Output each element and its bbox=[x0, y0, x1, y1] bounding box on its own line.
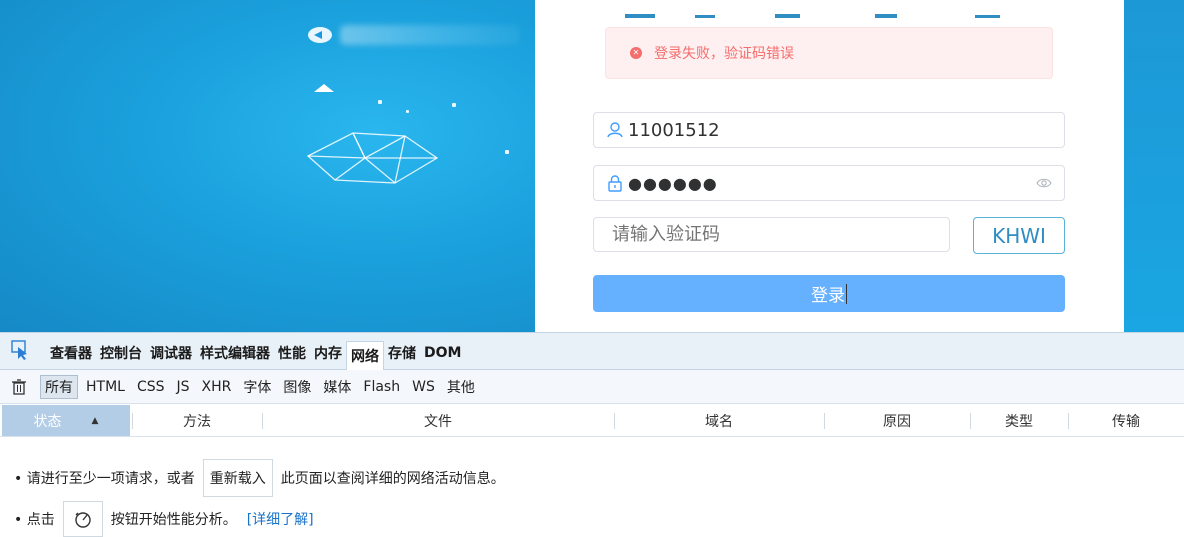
filter-css[interactable]: CSS bbox=[133, 378, 169, 396]
decor-dot bbox=[378, 100, 382, 104]
column-domain[interactable]: 域名 bbox=[614, 405, 824, 436]
filter-images[interactable]: 图像 bbox=[279, 376, 315, 398]
login-button-label: 登录 bbox=[811, 286, 845, 306]
crystal-decor-icon bbox=[306, 132, 439, 184]
column-transferred[interactable]: 传输 bbox=[1068, 405, 1184, 436]
triangle-decor-icon bbox=[314, 84, 334, 92]
element-picker-icon[interactable] bbox=[10, 339, 32, 361]
filter-flash[interactable]: Flash bbox=[359, 378, 404, 396]
decor-dot bbox=[505, 150, 509, 154]
network-filter-bar: 所有 HTML CSS JS XHR 字体 图像 媒体 Flash WS 其他 bbox=[0, 370, 1184, 404]
tab-style-editor[interactable]: 样式编辑器 bbox=[196, 339, 274, 367]
performance-hint: • 点击 按钮开始性能分析。 [详细了解] bbox=[14, 501, 314, 537]
reload-hint-suffix: 此页面以查阅详细的网络活动信息。 bbox=[280, 471, 505, 487]
error-circle-icon: ✕ bbox=[630, 47, 642, 59]
column-cause[interactable]: 原因 bbox=[824, 405, 970, 436]
show-password-eye-icon[interactable] bbox=[1036, 177, 1052, 189]
logo-icon bbox=[308, 27, 332, 43]
learn-more-link[interactable]: [详细了解] bbox=[247, 509, 314, 529]
tab-debugger[interactable]: 调试器 bbox=[146, 339, 196, 367]
clear-trash-icon[interactable] bbox=[10, 378, 28, 396]
reload-hint-prefix: • 请进行至少一项请求，或者 bbox=[14, 471, 195, 487]
tab-dom[interactable]: DOM bbox=[420, 339, 465, 367]
username-value: 11001512 bbox=[628, 119, 720, 141]
performance-analysis-button[interactable] bbox=[62, 501, 103, 537]
filter-html[interactable]: HTML bbox=[82, 378, 129, 396]
panel-title-fragment bbox=[625, 14, 1000, 18]
decor-dot bbox=[452, 103, 456, 107]
alert-message: 登录失败，验证码错误 bbox=[654, 46, 794, 62]
tab-performance[interactable]: 性能 bbox=[274, 339, 310, 367]
captcha-image-button[interactable]: KHWI bbox=[973, 217, 1065, 254]
filter-media[interactable]: 媒体 bbox=[319, 376, 355, 398]
password-value: ●●●●●● bbox=[628, 173, 718, 193]
filter-other[interactable]: 其他 bbox=[443, 376, 479, 398]
filter-all[interactable]: 所有 bbox=[40, 374, 78, 399]
filter-xhr[interactable]: XHR bbox=[198, 378, 236, 396]
tab-memory[interactable]: 内存 bbox=[310, 339, 346, 367]
column-status-label: 状态 bbox=[33, 413, 62, 430]
tab-storage[interactable]: 存储 bbox=[384, 339, 420, 367]
background-right-strip bbox=[1124, 0, 1184, 332]
column-status[interactable]: 状态 ▲ bbox=[2, 405, 130, 436]
login-panel: ✕ 登录失败，验证码错误 11001512 ●●●●●● KHWI bbox=[535, 0, 1124, 332]
password-field[interactable]: ●●●●●● bbox=[593, 165, 1065, 201]
column-file[interactable]: 文件 bbox=[262, 405, 614, 436]
web-page-viewport: ✕ 登录失败，验证码错误 11001512 ●●●●●● KHWI bbox=[0, 0, 1184, 332]
filter-js[interactable]: JS bbox=[173, 378, 194, 396]
reload-button[interactable]: 重新载入 bbox=[202, 459, 273, 497]
error-alert: ✕ 登录失败，验证码错误 bbox=[605, 27, 1053, 79]
background-illustration bbox=[0, 0, 535, 332]
performance-hint-prefix: • 点击 bbox=[14, 512, 55, 528]
user-icon bbox=[607, 122, 623, 138]
filter-fonts[interactable]: 字体 bbox=[239, 376, 275, 398]
column-type[interactable]: 类型 bbox=[970, 405, 1068, 436]
network-column-header: 状态 ▲ 方法 文件 域名 原因 类型 传输 bbox=[0, 405, 1184, 437]
tab-console[interactable]: 控制台 bbox=[96, 339, 146, 367]
text-cursor bbox=[846, 283, 847, 304]
username-field[interactable]: 11001512 bbox=[593, 112, 1065, 148]
tab-network[interactable]: 网络 bbox=[346, 341, 384, 370]
reload-hint: • 请进行至少一项请求，或者 重新载入 此页面以查阅详细的网络活动信息。 bbox=[14, 459, 505, 497]
devtools-panel: 查看器 控制台 调试器 样式编辑器 性能 内存 网络 存储 DOM 所有 HTM… bbox=[0, 332, 1184, 537]
decor-dot bbox=[406, 110, 409, 113]
captcha-input[interactable] bbox=[593, 217, 950, 252]
stopwatch-icon bbox=[75, 512, 91, 528]
sort-ascending-icon: ▲ bbox=[91, 415, 99, 426]
devtools-toolbar: 查看器 控制台 调试器 样式编辑器 性能 内存 网络 存储 DOM bbox=[0, 333, 1184, 370]
filter-ws[interactable]: WS bbox=[408, 378, 439, 396]
performance-hint-suffix: 按钮开始性能分析。 bbox=[110, 512, 237, 528]
login-button[interactable]: 登录 bbox=[593, 275, 1065, 312]
tab-inspector[interactable]: 查看器 bbox=[46, 339, 96, 367]
blurred-logo-text bbox=[340, 25, 520, 45]
column-method[interactable]: 方法 bbox=[132, 405, 262, 436]
lock-icon bbox=[608, 175, 622, 192]
